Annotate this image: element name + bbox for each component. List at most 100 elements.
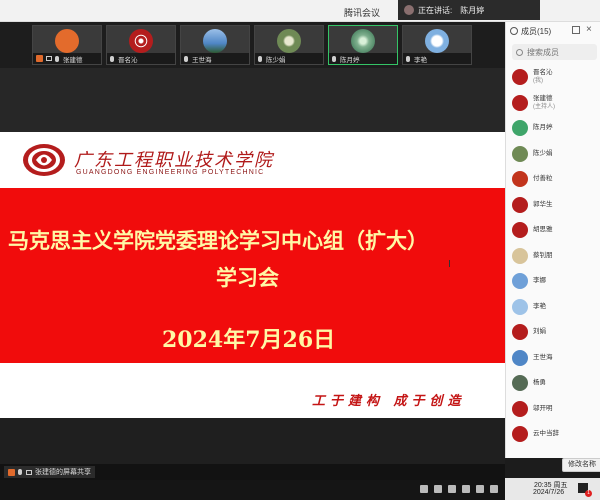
school-name-en: GUANGDONG ENGINEERING POLYTECHNIC <box>76 169 265 176</box>
school-logo-icon <box>23 144 65 176</box>
participant-tile-5-speaking[interactable]: 陈月婷 <box>328 25 398 65</box>
help-icon[interactable] <box>434 485 442 493</box>
members-count: 成员(15) <box>521 26 552 36</box>
speaking-indicator: 正在讲话: 陈月婷 <box>398 0 540 20</box>
host-icon <box>8 468 15 476</box>
member-row[interactable]: 晋名沁 (我) <box>512 66 600 88</box>
member-name: 晋名沁 <box>533 69 553 76</box>
member-row[interactable]: 王世海 <box>512 347 600 369</box>
screen-share-icon <box>46 56 52 61</box>
member-name: 杨勇 <box>533 379 546 386</box>
member-row[interactable]: 张建德 (主持人) <box>512 92 600 114</box>
battery-icon[interactable] <box>420 485 428 493</box>
screen-share-icon <box>26 469 32 475</box>
member-name: 胡思雅 <box>533 226 553 233</box>
participant-tile-4[interactable]: 陈少娟 <box>254 25 324 65</box>
participant-tile-2[interactable]: 晋名沁 <box>106 25 176 65</box>
screen-share-bar: 张建德的屏幕共享 <box>0 464 505 480</box>
app-title: 腾讯会议 <box>344 8 381 18</box>
member-avatar <box>512 94 528 111</box>
member-avatar <box>512 426 528 442</box>
member-avatar <box>512 273 528 289</box>
participant-name: 晋名沁 <box>118 56 138 64</box>
speaker-avatar-icon <box>404 5 414 15</box>
member-search[interactable] <box>512 44 597 60</box>
member-avatar <box>512 69 528 85</box>
mic-icon <box>406 55 410 62</box>
member-row[interactable]: 刘娟 <box>512 321 600 343</box>
popout-icon[interactable] <box>572 26 580 34</box>
member-row[interactable]: 郭华生 <box>512 194 600 216</box>
member-row[interactable]: 邬开明 <box>512 398 600 420</box>
member-avatar <box>512 349 528 366</box>
slide-header: 广东工程职业技术学院 GUANGDONG ENGINEERING POLYTEC… <box>0 132 505 184</box>
member-name: 陈月婷 <box>533 124 553 131</box>
participant-name: 张建德 <box>63 56 83 64</box>
member-avatar <box>512 171 528 187</box>
member-name: 王世海 <box>533 353 553 361</box>
display-icon[interactable] <box>462 485 470 493</box>
participant-avatar <box>55 29 79 53</box>
member-row[interactable]: 李艳 <box>512 296 600 318</box>
speaker-icon[interactable] <box>476 485 484 493</box>
members-icon <box>510 27 518 35</box>
mic-icon <box>258 55 262 62</box>
clock-date[interactable]: 2024/7/26 <box>533 489 564 496</box>
member-avatar <box>512 222 528 238</box>
member-avatar <box>512 375 528 391</box>
member-row[interactable]: 云中当辞 <box>512 423 600 445</box>
member-avatar <box>512 324 528 340</box>
member-avatar <box>512 298 528 315</box>
screen-share-label[interactable]: 张建德的屏幕共享 <box>4 466 95 478</box>
member-row[interactable]: 杨勇 <box>512 372 600 394</box>
participant-strip: 张建德 晋名沁 王世海 陈少娟 陈月婷 李艳 <box>0 22 505 68</box>
member-name: 蔡钊朋 <box>533 251 553 259</box>
member-name: 云中当辞 <box>533 430 559 437</box>
speaking-label: 正在讲话: <box>418 5 453 15</box>
participant-name: 王世海 <box>192 56 212 64</box>
mic-icon <box>110 55 114 62</box>
mic-icon <box>332 55 336 62</box>
rename-button[interactable]: 修改名称 <box>562 458 600 472</box>
volume-icon[interactable] <box>490 485 498 493</box>
member-name: 李娜 <box>533 277 546 284</box>
search-input[interactable] <box>527 47 592 57</box>
member-avatar <box>512 400 528 417</box>
slide-title-line1: 马克思主义学院党委理论学习中心组（扩大） <box>8 228 428 253</box>
member-role: (我) <box>533 78 543 84</box>
video-area-spacer-bottom <box>0 418 505 464</box>
member-row[interactable]: 付善粒 <box>512 168 600 190</box>
member-name: 李艳 <box>533 302 546 310</box>
search-icon <box>516 48 523 56</box>
title-bar: 腾讯会议 正在讲话: 陈月婷 <box>0 0 600 22</box>
meeting-window: 腾讯会议 正在讲话: 陈月婷 张建德 晋名沁 王世海 陈少娟 陈月婷 李艳 广东… <box>0 0 600 500</box>
host-icon <box>36 55 43 62</box>
speaker-name: 陈月婷 <box>460 5 485 15</box>
shared-slide: 广东工程职业技术学院 GUANGDONG ENGINEERING POLYTEC… <box>0 132 505 418</box>
participant-tile-6[interactable]: 李艳 <box>402 25 472 65</box>
taskbar-icons <box>420 480 530 498</box>
notification-badge: 1 <box>585 490 592 497</box>
member-row[interactable]: 李娜 <box>512 270 600 292</box>
member-name: 张建德 <box>533 94 553 102</box>
member-row[interactable]: 胡思雅 <box>512 219 600 241</box>
member-name: 陈少娟 <box>533 149 553 157</box>
member-avatar <box>512 145 528 162</box>
mic-icon <box>18 469 22 475</box>
participant-name: 李艳 <box>414 56 427 64</box>
member-row[interactable]: 陈月婷 <box>512 117 600 139</box>
video-area-spacer <box>0 68 505 132</box>
slide-title-line2: 学习会 <box>216 265 279 290</box>
network-icon[interactable] <box>448 485 456 493</box>
screen-share-text: 张建德的屏幕共享 <box>35 469 91 476</box>
member-row[interactable]: 蔡钊朋 <box>512 245 600 267</box>
mouse-cursor-icon <box>449 260 453 267</box>
participant-avatar <box>351 29 375 53</box>
member-avatar <box>512 247 528 264</box>
slide-slogan: 工于建构 成于创造 <box>312 394 466 409</box>
participant-tile-1[interactable]: 张建德 <box>32 25 102 65</box>
close-icon[interactable]: × <box>586 24 592 35</box>
participant-tile-3[interactable]: 王世海 <box>180 25 250 65</box>
member-row[interactable]: 陈少娟 <box>512 143 600 165</box>
participant-name: 陈月婷 <box>340 56 360 64</box>
